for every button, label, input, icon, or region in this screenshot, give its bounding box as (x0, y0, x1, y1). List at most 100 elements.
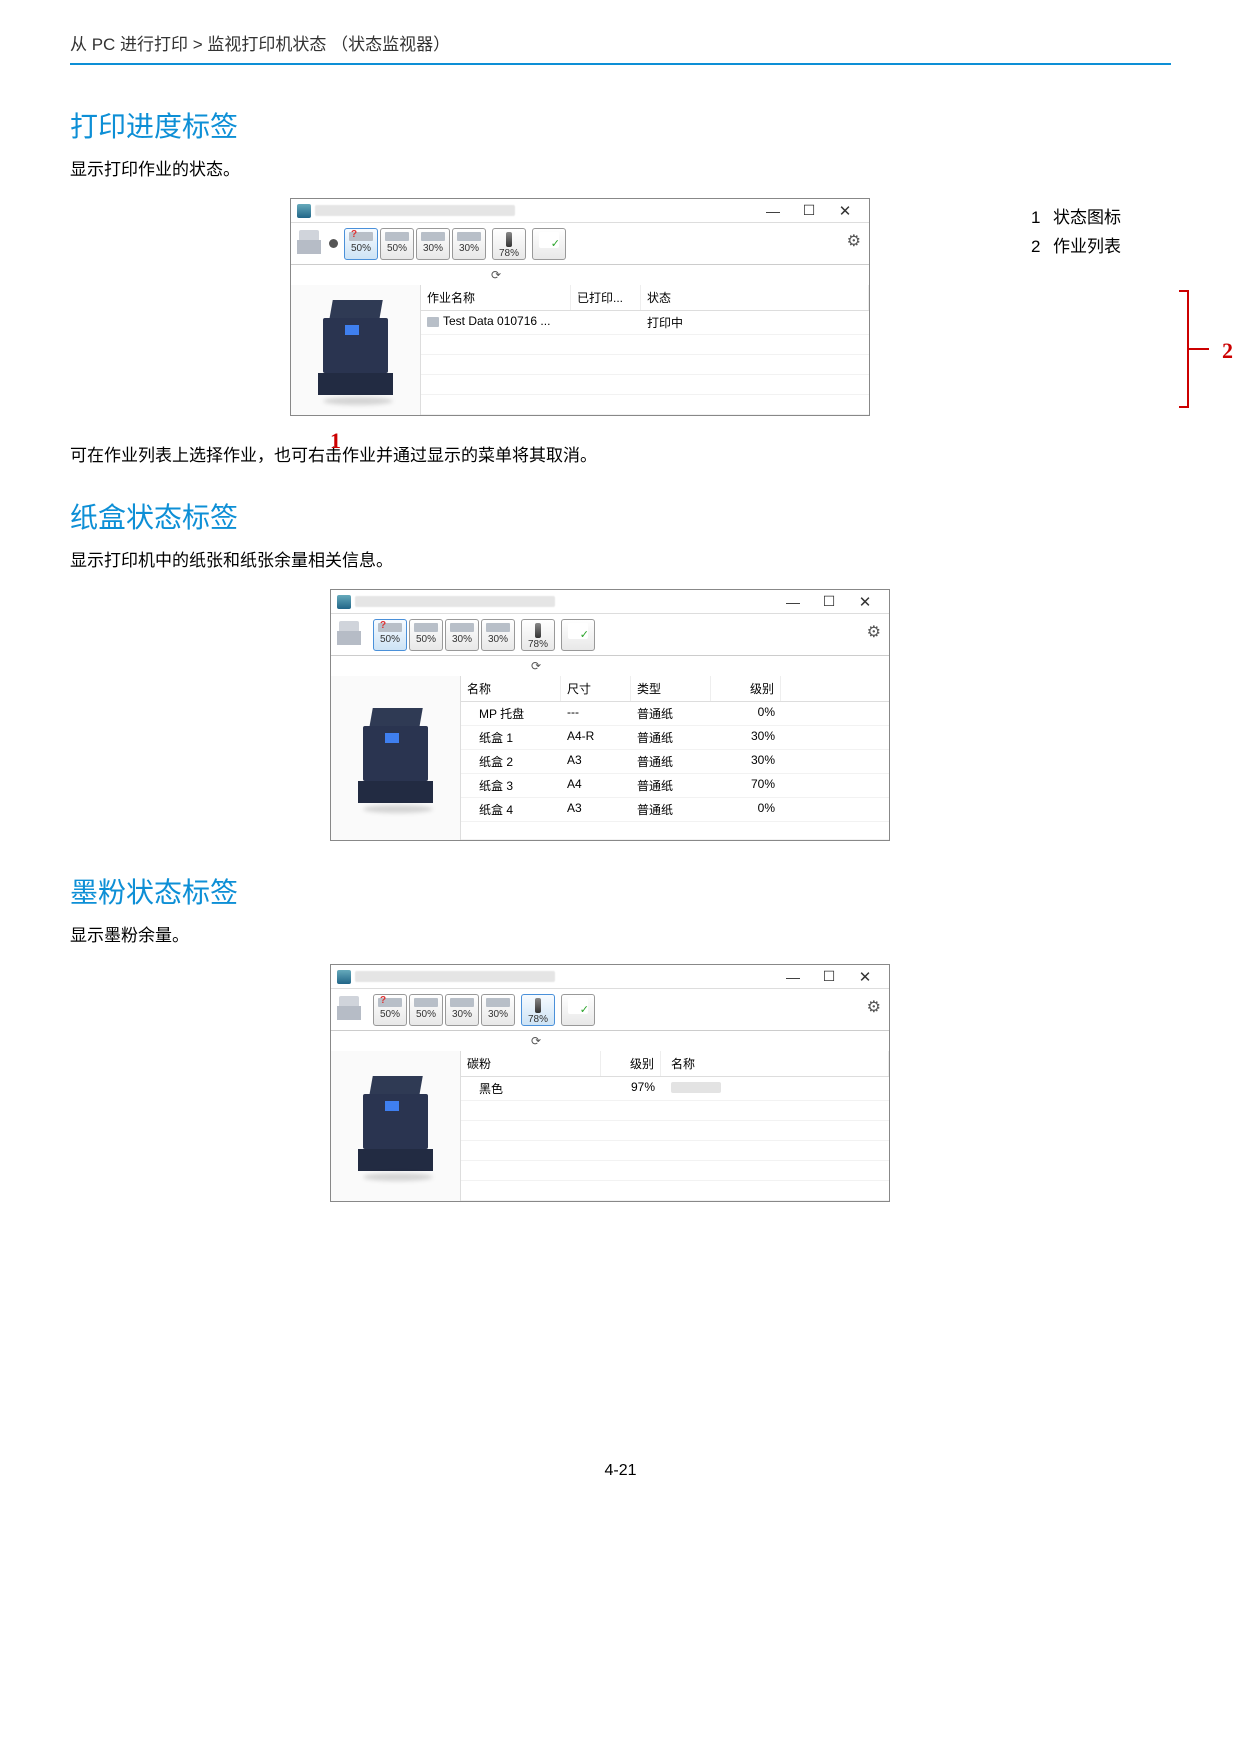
tab-cassette-4[interactable]: 30% (481, 994, 515, 1026)
window-wrap-toner: — ☐ ✕ 50% 50% 30% 30% 78% ⚙ ⟳ 碳粉 级 (330, 964, 1171, 1202)
cell: 普通纸 (631, 798, 711, 821)
level-indicator-icon (329, 239, 338, 248)
table-row (461, 1101, 889, 1121)
close-button[interactable]: ✕ (827, 202, 863, 220)
tab-toner[interactable]: 78% (521, 994, 555, 1026)
minimize-button[interactable]: — (775, 969, 811, 985)
tab-toner[interactable]: 78% (492, 228, 526, 260)
tab-cassette-3[interactable]: 30% (445, 619, 479, 651)
tab-pct: 30% (488, 634, 508, 645)
table-row (421, 335, 869, 355)
table-row (461, 1181, 889, 1201)
tab-pct-4: 30% (459, 243, 479, 254)
table-row[interactable]: 纸盒 4A3普通纸0% (461, 798, 889, 822)
statusbar: ⟳ (291, 265, 869, 285)
tab-cassette-3[interactable]: 30% (445, 994, 479, 1026)
cell: 普通纸 (631, 726, 711, 749)
close-button[interactable]: ✕ (847, 593, 883, 611)
col-toner[interactable]: 碳粉 (461, 1051, 601, 1076)
section-cassette-desc: 显示打印机中的纸张和纸张余量相关信息。 (70, 546, 1171, 571)
callout-2: 2 (1222, 338, 1233, 364)
tab-alert[interactable] (561, 994, 595, 1026)
table-row[interactable]: MP 托盘---普通纸0% (461, 702, 889, 726)
settings-gear-icon[interactable]: ⚙ (847, 231, 861, 251)
tab-cassette-1[interactable]: 50% (373, 619, 407, 651)
tab-cassette-4[interactable]: 30% (452, 228, 486, 260)
printer-image (291, 285, 421, 415)
minimize-button[interactable]: — (755, 203, 791, 219)
settings-gear-icon[interactable]: ⚙ (867, 622, 881, 642)
cell: 0% (711, 798, 781, 821)
window-wrap-progress: 1状态图标 2作业列表 — ☐ ✕ 50% 50% 30% 30% 78% ⚙ … (290, 198, 1171, 416)
status-monitor-window-toner: — ☐ ✕ 50% 50% 30% 30% 78% ⚙ ⟳ 碳粉 级 (330, 964, 890, 1202)
legend-2-label: 作业列表 (1053, 237, 1121, 256)
tab-cassette-2[interactable]: 50% (409, 619, 443, 651)
cell: 纸盒 2 (461, 750, 561, 773)
tab-cassette-2[interactable]: 50% (380, 228, 414, 260)
cell: 纸盒 3 (461, 774, 561, 797)
statusbar: ⟳ (331, 656, 889, 676)
col-job-name[interactable]: 作业名称 (421, 285, 571, 310)
refresh-icon[interactable]: ⟳ (531, 659, 541, 673)
refresh-icon[interactable]: ⟳ (531, 1034, 541, 1048)
titlebar: — ☐ ✕ (331, 965, 889, 989)
cell: MP 托盘 (461, 702, 561, 725)
col-name[interactable]: 名称 (661, 1051, 889, 1076)
settings-gear-icon[interactable]: ⚙ (867, 997, 881, 1017)
col-level[interactable]: 级别 (711, 676, 781, 701)
tab-cassette-4[interactable]: 30% (481, 619, 515, 651)
tab-alert[interactable] (532, 228, 566, 260)
maximize-button[interactable]: ☐ (791, 202, 827, 219)
col-name[interactable]: 名称 (461, 676, 561, 701)
col-type[interactable]: 类型 (631, 676, 711, 701)
legend-2-num: 2 (1031, 237, 1053, 257)
toner-list-area: 碳粉 级别 名称 黑色 97% (461, 1051, 889, 1201)
section-print-progress-desc: 显示打印作业的状态。 (70, 155, 1171, 180)
table-row[interactable]: 纸盒 1A4-R普通纸30% (461, 726, 889, 750)
table-row (461, 1121, 889, 1141)
tab-cassette-1[interactable]: 50% (373, 994, 407, 1026)
tab-pct-1: 50% (351, 243, 371, 254)
printer-small-icon (337, 996, 361, 1024)
maximize-button[interactable]: ☐ (811, 593, 847, 610)
tab-pct: 78% (528, 639, 548, 650)
section-toner-title: 墨粉状态标签 (70, 871, 1171, 911)
close-button[interactable]: ✕ (847, 968, 883, 986)
tab-pct: 30% (488, 1009, 508, 1020)
table-row (421, 375, 869, 395)
cell: 普通纸 (631, 702, 711, 725)
printer-small-icon (337, 621, 361, 649)
tab-cassette-1[interactable]: 50% (344, 228, 378, 260)
cell: 纸盒 4 (461, 798, 561, 821)
section-print-progress-title: 打印进度标签 (70, 105, 1171, 145)
col-size[interactable]: 尺寸 (561, 676, 631, 701)
tab-cassette-3[interactable]: 30% (416, 228, 450, 260)
app-icon (297, 204, 311, 218)
table-row[interactable]: 纸盒 3A4普通纸70% (461, 774, 889, 798)
legend: 1状态图标 2作业列表 (1031, 203, 1121, 261)
window-wrap-cassette: — ☐ ✕ 50% 50% 30% 30% 78% ⚙ ⟳ 名称 尺 (330, 589, 1171, 841)
status-monitor-window-cassette: — ☐ ✕ 50% 50% 30% 30% 78% ⚙ ⟳ 名称 尺 (330, 589, 890, 841)
refresh-icon[interactable]: ⟳ (491, 268, 501, 282)
table-row[interactable]: Test Data 010716 ... 打印中 (421, 311, 869, 335)
cell-toner-level: 97% (601, 1077, 661, 1100)
col-level[interactable]: 级别 (601, 1051, 661, 1076)
maximize-button[interactable]: ☐ (811, 968, 847, 985)
minimize-button[interactable]: — (775, 594, 811, 610)
table-row (461, 1161, 889, 1181)
cell: A4-R (561, 726, 631, 749)
table-row[interactable]: 纸盒 2A3普通纸30% (461, 750, 889, 774)
col-printed[interactable]: 已打印... (571, 285, 641, 310)
col-status[interactable]: 状态 (641, 285, 869, 310)
document-icon (427, 317, 439, 327)
titlebar: — ☐ ✕ (291, 199, 869, 223)
toolbar: 50% 50% 30% 30% 78% ⚙ (331, 989, 889, 1031)
cell: 普通纸 (631, 774, 711, 797)
window-title-blurred (355, 971, 555, 982)
tab-pct: 50% (380, 634, 400, 645)
cassette-list-area: 名称 尺寸 类型 级别 MP 托盘---普通纸0% 纸盒 1A4-R普通纸30%… (461, 676, 889, 840)
tab-cassette-2[interactable]: 50% (409, 994, 443, 1026)
tab-toner[interactable]: 78% (521, 619, 555, 651)
tab-alert[interactable] (561, 619, 595, 651)
table-row[interactable]: 黑色 97% (461, 1077, 889, 1101)
